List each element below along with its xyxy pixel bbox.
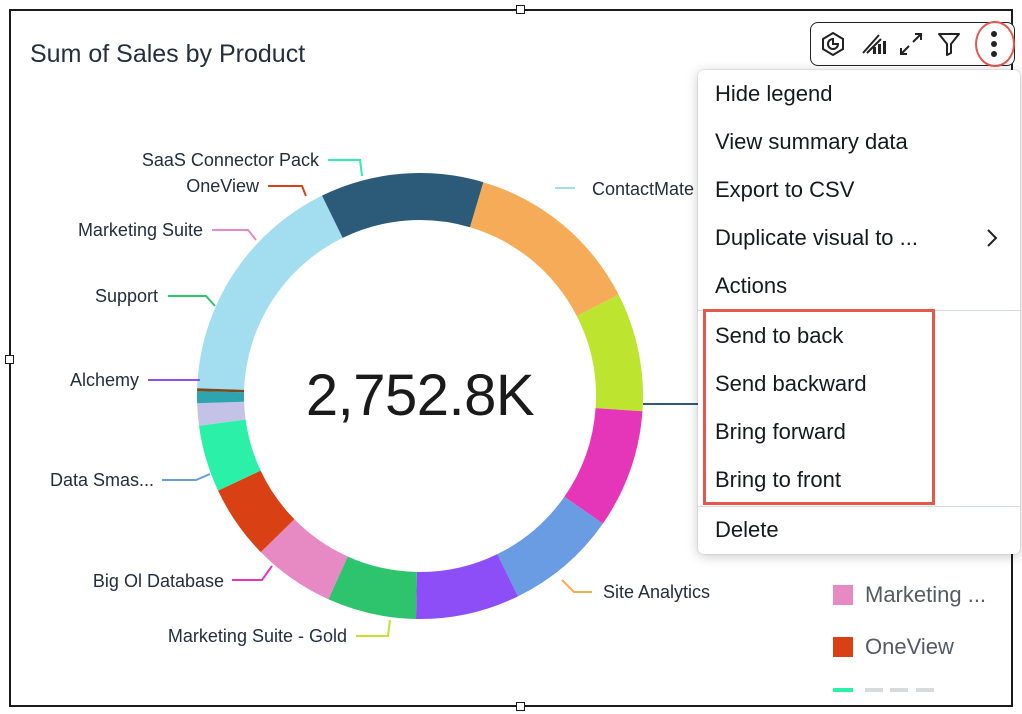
menu-item-label: Bring to front — [715, 467, 841, 492]
slice-label: ContactMate — [592, 179, 694, 199]
menu-item-delete[interactable]: Delete — [698, 508, 1020, 552]
more-options-icon — [991, 30, 997, 57]
more-options-button[interactable] — [974, 23, 1014, 64]
donut-slice[interactable] — [322, 172, 484, 238]
menu-item-label: Actions — [715, 273, 788, 298]
forecast-button[interactable] — [853, 23, 893, 64]
menu-item-export-to-csv[interactable]: Export to CSV — [698, 168, 1020, 212]
menu-item-label: Send backward — [715, 371, 867, 396]
slice-leader-line — [356, 619, 391, 637]
legend-swatch — [833, 637, 853, 657]
slice-label: Marketing Suite — [78, 220, 203, 240]
legend-swatch — [833, 585, 853, 605]
slice-label: Marketing Suite - Gold — [168, 626, 347, 646]
legend-item[interactable]: OneView — [833, 634, 954, 660]
slice-leader-line — [561, 579, 592, 593]
slice-leader-line — [212, 229, 257, 241]
filter-icon — [938, 32, 960, 56]
slice-leader-line — [232, 565, 273, 581]
menu-item-actions[interactable]: Actions — [698, 264, 1020, 308]
slice-leader-line — [268, 185, 307, 197]
menu-item-send-backward[interactable]: Send backward — [698, 362, 1020, 406]
legend-label: OneView — [865, 634, 954, 659]
forecast-icon — [862, 33, 886, 54]
expand-icon — [900, 32, 922, 55]
chevron-right-icon — [987, 229, 998, 247]
menu-item-duplicate-visual[interactable]: Duplicate visual to ... — [698, 216, 1020, 260]
slice-label: Site Analytics — [603, 582, 710, 602]
menu-item-label: Duplicate visual to ... — [715, 225, 918, 250]
menu-item-label: Export to CSV — [715, 177, 855, 202]
menu-item-send-to-back[interactable]: Send to back — [698, 314, 1020, 358]
menu-item-bring-to-front[interactable]: Bring to front — [698, 458, 1020, 502]
menu-item-label: Bring forward — [715, 419, 846, 444]
menu-item-view-summary-data[interactable]: View summary data — [698, 120, 1020, 164]
menu-item-label: Delete — [715, 517, 779, 542]
slice-label: Support — [95, 286, 158, 306]
slice-leader-line — [328, 159, 363, 177]
visual-toolbar — [810, 22, 1015, 66]
total-value: 2,752.8K — [305, 363, 535, 428]
slice-label: Data Smas... — [50, 470, 154, 490]
insight-button[interactable] — [813, 23, 853, 64]
insight-icon — [822, 31, 844, 56]
menu-item-hide-legend[interactable]: Hide legend — [698, 72, 1020, 116]
slice-leader-line — [168, 295, 216, 307]
slice-label: OneView — [186, 176, 260, 196]
legend-item-partial — [820, 682, 1000, 692]
legend-label: Marketing ... — [865, 582, 987, 607]
slice-label: SaaS Connector Pack — [142, 150, 320, 170]
visual-context-menu: Hide legend View summary data Export to … — [698, 70, 1020, 554]
donut-slice-marketing-suite-gold[interactable] — [576, 294, 644, 412]
menu-item-bring-forward[interactable]: Bring forward — [698, 410, 1020, 454]
menu-item-label: View summary data — [715, 129, 908, 154]
menu-item-label: Send to back — [715, 323, 844, 348]
donut-slice-site-analytics[interactable] — [470, 182, 619, 317]
menu-item-label: Hide legend — [715, 81, 833, 106]
donut-slice-contactmate[interactable] — [197, 195, 343, 390]
legend-item[interactable]: Marketing ... — [833, 582, 986, 608]
menu-divider — [698, 506, 1020, 507]
menu-divider — [698, 310, 1020, 311]
slice-leader-line — [162, 473, 211, 481]
slice-label: Big Ol Database — [93, 571, 224, 591]
filter-button[interactable] — [929, 23, 969, 64]
slice-label: Alchemy — [70, 370, 139, 390]
expand-button[interactable] — [891, 23, 931, 64]
donut-slice[interactable] — [197, 391, 245, 404]
